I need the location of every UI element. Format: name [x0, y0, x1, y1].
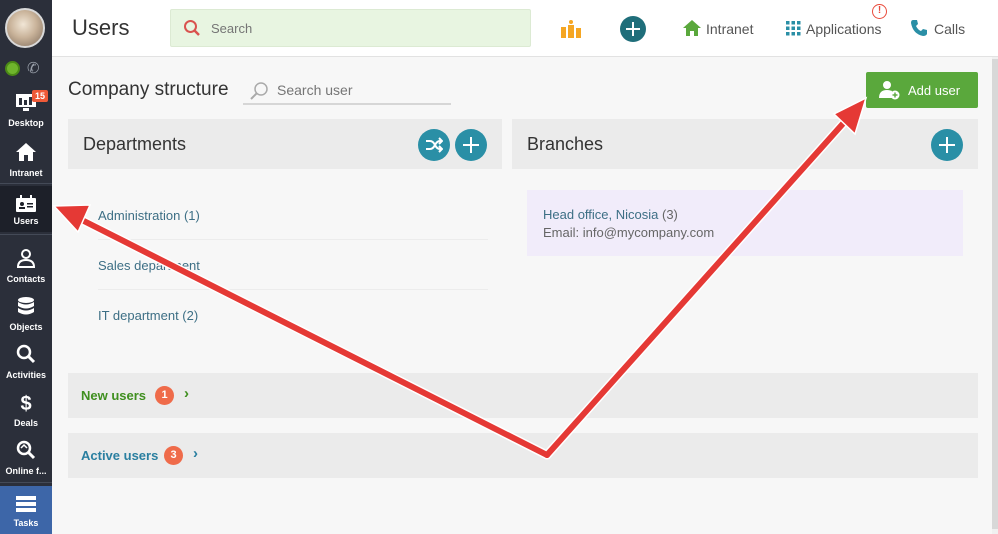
sidebar-item-users[interactable]: Users — [0, 186, 52, 232]
search-input[interactable] — [211, 10, 511, 46]
refresh-search-icon — [16, 440, 36, 460]
status-row: ✆ — [4, 59, 48, 79]
grid-icon — [786, 21, 801, 36]
active-users-label: Active users — [81, 448, 159, 463]
tasks-icon — [16, 496, 36, 512]
shuffle-icon — [426, 137, 443, 153]
nav-intranet-label: Intranet — [706, 21, 754, 37]
new-users-label: New users — [81, 388, 147, 403]
sidebar-item-label: Intranet — [9, 168, 43, 178]
shuffle-button[interactable] — [418, 129, 450, 161]
branch-name-line: Head office, Nicosia (3) — [543, 207, 678, 222]
sidebar-item-intranet[interactable]: Intranet — [0, 134, 52, 184]
sidebar-item-label: Users — [13, 216, 39, 226]
sidebar-item-label: Tasks — [13, 518, 39, 528]
add-person-icon — [879, 81, 900, 100]
sidebar-item-label: Activities — [5, 370, 47, 380]
user-search-input[interactable] — [277, 77, 447, 103]
database-icon — [18, 297, 34, 315]
desktop-badge: 15 — [32, 90, 49, 102]
sidebar-item-label: Contacts — [6, 274, 46, 284]
id-card-icon — [16, 195, 36, 212]
sidebar-item-label: Deals — [13, 418, 39, 428]
user-search[interactable] — [243, 77, 451, 105]
add-department-button[interactable] — [455, 129, 487, 161]
department-label: IT department (2) — [98, 308, 199, 323]
person-icon — [16, 249, 36, 268]
avatar[interactable] — [5, 8, 45, 48]
department-item[interactable]: Administration (1) — [98, 190, 488, 240]
sidebar-divider — [0, 234, 52, 235]
chevron-right-icon: › — [184, 385, 189, 402]
branch-card[interactable]: Head office, Nicosia (3) Email: info@myc… — [527, 190, 963, 256]
sidebar-item-label: Desktop — [8, 118, 44, 128]
sidebar-divider — [0, 482, 52, 483]
globe-icon[interactable] — [5, 61, 20, 76]
sidebar: ✆ Desktop 15 Intranet Users Contacts Obj… — [0, 0, 52, 534]
nav-intranet[interactable]: Intranet — [680, 0, 790, 57]
departments-title: Departments — [83, 134, 187, 154]
branch-name[interactable]: Head office, Nicosia — [543, 207, 658, 222]
scrollbar[interactable] — [992, 57, 998, 534]
home-icon — [16, 143, 36, 161]
nav-calls[interactable]: Calls — [910, 0, 990, 57]
branch-count: (3) — [662, 207, 678, 222]
main-content: Company structure Add user Departments — [52, 57, 998, 534]
page-title: Users — [72, 15, 130, 40]
phone-icon — [911, 20, 927, 36]
phone-icon[interactable]: ✆ — [27, 59, 40, 77]
create-button[interactable] — [620, 16, 646, 42]
svg-text:$: $ — [20, 393, 31, 414]
home-icon — [683, 20, 701, 36]
sidebar-item-contacts[interactable]: Contacts — [0, 240, 52, 290]
branch-email: Email: info@mycompany.com — [543, 225, 715, 240]
new-users-bar[interactable]: New users 1 › — [68, 373, 978, 418]
gifts-button[interactable] — [558, 0, 586, 57]
add-user-label: Add user — [908, 83, 961, 98]
department-item[interactable]: IT department (2) — [98, 290, 488, 340]
sidebar-item-label: Online f... — [5, 466, 47, 476]
dollar-icon: $ — [20, 393, 31, 414]
top-bar: Users Intranet Applications ! — [52, 0, 998, 57]
sidebar-item-online-forms[interactable]: Online f... — [0, 432, 52, 482]
department-label: Sales department — [98, 258, 200, 273]
nav-calls-label: Calls — [934, 21, 966, 37]
nav-applications-label: Applications — [806, 21, 882, 37]
sidebar-item-activities[interactable]: Activities — [0, 336, 52, 386]
search-icon — [184, 20, 200, 36]
department-item[interactable]: Sales department — [98, 240, 488, 290]
scrollbar-thumb[interactable] — [992, 59, 998, 529]
department-label: Administration (1) — [98, 208, 200, 223]
global-search[interactable] — [170, 9, 531, 47]
sidebar-item-objects[interactable]: Objects — [0, 288, 52, 338]
sidebar-item-tasks[interactable]: Tasks — [0, 486, 52, 534]
chevron-right-icon: › — [193, 445, 198, 462]
sidebar-divider — [0, 183, 52, 184]
sidebar-item-deals[interactable]: $ Deals — [0, 384, 52, 434]
search-icon — [250, 82, 268, 100]
search-icon — [16, 344, 36, 364]
departments-header: Departments — [68, 119, 502, 169]
alert-icon: ! — [872, 4, 887, 19]
active-users-bar[interactable]: Active users 3 › — [68, 433, 978, 478]
branches-header: Branches — [512, 119, 978, 169]
section-title: Company structure — [68, 79, 229, 100]
active-users-count: 3 — [164, 446, 183, 465]
new-users-count: 1 — [155, 386, 174, 405]
sidebar-item-label: Objects — [9, 322, 43, 332]
add-user-button[interactable]: Add user — [866, 72, 978, 108]
gift-icon — [561, 20, 581, 38]
add-branch-button[interactable] — [931, 129, 963, 161]
branches-title: Branches — [527, 134, 604, 154]
